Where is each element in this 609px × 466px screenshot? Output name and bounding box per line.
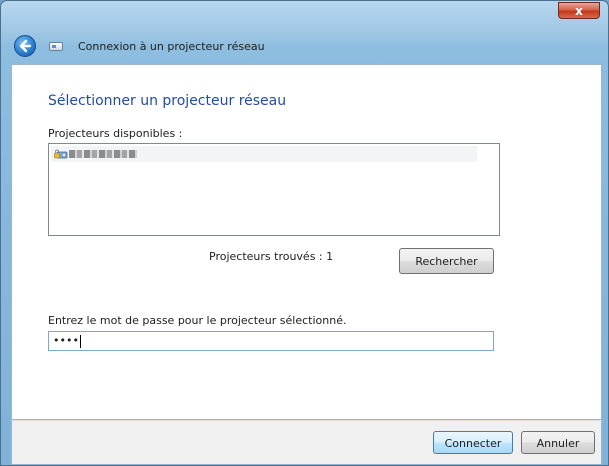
projector-name-redacted: [69, 150, 137, 158]
connect-button[interactable]: Connecter: [433, 431, 513, 454]
page-heading: Sélectionner un projecteur réseau: [48, 93, 287, 109]
available-projectors-label: Projecteurs disponibles :: [48, 127, 183, 140]
password-field[interactable]: ••••: [48, 331, 494, 351]
projectors-found-count: Projecteurs trouvés : 1: [209, 250, 334, 263]
title-bar: x Connexion à un projecteur réseau: [1, 1, 608, 63]
projector-list[interactable]: [48, 143, 500, 236]
dialog-footer: Connecter Annuler: [11, 420, 602, 465]
back-button[interactable]: [14, 35, 36, 57]
password-value: ••••: [53, 334, 79, 347]
projector-app-icon: [49, 42, 63, 51]
password-label: Entrez le mot de passe pour le projecteu…: [48, 314, 347, 327]
close-icon: x: [575, 4, 583, 18]
back-arrow-icon: [19, 39, 32, 53]
list-item[interactable]: [51, 146, 477, 162]
window-title: Connexion à un projecteur réseau: [78, 40, 265, 53]
text-caret: [79, 334, 81, 348]
content-panel: Sélectionner un projecteur réseau Projec…: [11, 64, 602, 420]
network-projector-lock-icon: [54, 149, 68, 159]
close-button[interactable]: x: [558, 2, 600, 19]
cancel-button[interactable]: Annuler: [521, 431, 595, 454]
search-button[interactable]: Rechercher: [399, 248, 494, 274]
dialog-window: x Connexion à un projecteur réseau Sélec…: [0, 0, 609, 466]
